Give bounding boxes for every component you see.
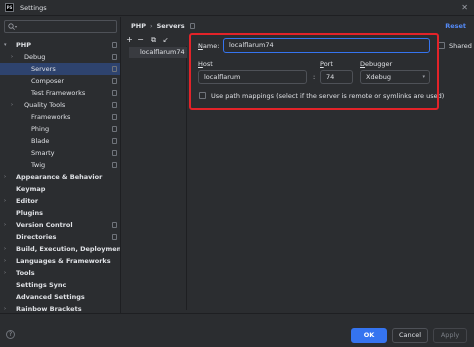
- remove-server-button[interactable]: −: [136, 35, 145, 45]
- chevron-right-icon[interactable]: ›: [4, 243, 6, 255]
- sidebar-item-label: Rainbow Brackets: [16, 305, 82, 313]
- sidebar-item-label: Editor: [16, 197, 39, 205]
- chevron-right-icon[interactable]: ›: [4, 267, 6, 279]
- apply-button[interactable]: Apply: [433, 328, 467, 343]
- project-level-icon: [112, 222, 117, 228]
- sidebar-item[interactable]: Advanced Settings: [0, 291, 120, 303]
- breadcrumb-separator: ›: [149, 22, 153, 30]
- project-level-icon: [112, 42, 117, 48]
- sidebar-item-label: PHP: [16, 41, 31, 49]
- sidebar-item[interactable]: Settings Sync: [0, 279, 120, 291]
- title-bar: PS Settings ✕: [0, 0, 474, 16]
- sidebar-item[interactable]: › Build, Execution, Deployment: [0, 243, 121, 255]
- project-level-icon: [112, 102, 117, 108]
- chevron-down-icon[interactable]: ▾: [4, 39, 7, 51]
- project-level-icon: [112, 162, 117, 168]
- edit-server-button[interactable]: ↙: [161, 35, 170, 45]
- chevron-right-icon[interactable]: ›: [4, 219, 6, 231]
- project-level-icon: [112, 54, 117, 60]
- project-level-icon: [112, 126, 117, 132]
- sidebar-item-label: Settings Sync: [16, 281, 67, 289]
- sidebar-item[interactable]: › Appearance & Behavior: [0, 171, 120, 183]
- sidebar-item-label: Servers: [31, 65, 56, 73]
- sidebar-item[interactable]: Smarty: [0, 147, 120, 159]
- sidebar-item-label: Composer: [31, 77, 65, 85]
- sidebar-item[interactable]: › Editor: [0, 195, 120, 207]
- shared-checkbox[interactable]: [438, 42, 445, 49]
- add-server-button[interactable]: +: [125, 35, 134, 45]
- chevron-right-icon[interactable]: ›: [11, 99, 13, 111]
- settings-sidebar: ▾ ▾ PHP › Debug Servers Composer Test Framewor…: [0, 17, 121, 313]
- sidebar-item[interactable]: › Tools: [0, 267, 120, 279]
- sidebar-item[interactable]: Blade: [0, 135, 120, 147]
- search-icon: [8, 23, 15, 30]
- sidebar-item[interactable]: Test Frameworks: [0, 87, 120, 99]
- settings-tree: ▾ PHP › Debug Servers Composer Test Frameworks…: [0, 39, 121, 313]
- chevron-right-icon[interactable]: ›: [4, 255, 6, 267]
- search-options-chevron-icon[interactable]: ▾: [15, 24, 17, 29]
- chevron-right-icon[interactable]: ›: [11, 51, 13, 63]
- sidebar-item-label: Quality Tools: [24, 101, 66, 109]
- project-level-icon: [112, 66, 117, 72]
- sidebar-item[interactable]: Composer: [0, 75, 120, 87]
- ok-button[interactable]: OK: [351, 328, 387, 343]
- chevron-right-icon[interactable]: ›: [4, 303, 6, 313]
- sidebar-item[interactable]: › Languages & Frameworks: [0, 255, 120, 267]
- sidebar-item-label: Version Control: [16, 221, 73, 229]
- sidebar-item-label: Build, Execution, Deployment: [16, 245, 121, 253]
- sidebar-item-label: Frameworks: [31, 113, 71, 121]
- close-window-button[interactable]: ✕: [461, 3, 468, 12]
- sidebar-item-label: Test Frameworks: [31, 89, 86, 97]
- settings-search-input[interactable]: ▾: [4, 20, 117, 33]
- sidebar-item-label: Debug: [24, 53, 46, 61]
- cancel-button[interactable]: Cancel: [392, 328, 428, 343]
- project-level-icon: [112, 90, 117, 96]
- window-title: Settings: [20, 4, 47, 12]
- sidebar-item-label: Plugins: [16, 209, 43, 217]
- server-list: localflarum74: [129, 46, 187, 310]
- breadcrumb-servers: Servers: [156, 22, 185, 30]
- sidebar-item-label: Blade: [31, 137, 50, 145]
- project-level-icon: [112, 114, 117, 120]
- shared-label: Shared: [449, 42, 472, 50]
- sidebar-item-label: Advanced Settings: [16, 293, 85, 301]
- annotation-highlight-box: [189, 33, 439, 110]
- breadcrumb-php[interactable]: PHP: [131, 22, 146, 30]
- copy-server-button[interactable]: ⧉: [149, 35, 158, 45]
- sidebar-item[interactable]: ▾ PHP: [0, 39, 120, 51]
- sidebar-item[interactable]: › Debug: [0, 51, 120, 63]
- sidebar-item-label: Directories: [16, 233, 57, 241]
- project-level-icon: [112, 78, 117, 84]
- sidebar-item-label: Smarty: [31, 149, 55, 157]
- sidebar-item-label: Twig: [31, 161, 46, 169]
- help-icon[interactable]: ?: [6, 330, 15, 339]
- sidebar-item[interactable]: Plugins: [0, 207, 120, 219]
- breadcrumb: PHP › Servers: [131, 22, 195, 30]
- server-list-item[interactable]: localflarum74: [129, 47, 187, 58]
- project-level-icon: [112, 234, 117, 240]
- sidebar-item[interactable]: › Version Control: [0, 219, 120, 231]
- sidebar-item-label: Keymap: [16, 185, 46, 193]
- sidebar-item[interactable]: › Rainbow Brackets: [0, 303, 120, 313]
- sidebar-item[interactable]: Frameworks: [0, 111, 120, 123]
- sidebar-item[interactable]: Keymap: [0, 183, 120, 195]
- sidebar-item-label: Tools: [16, 269, 35, 277]
- sidebar-item-label: Phing: [31, 125, 50, 133]
- project-level-icon: [112, 138, 117, 144]
- sidebar-item[interactable]: › Quality Tools: [0, 99, 120, 111]
- sidebar-item-label: Appearance & Behavior: [16, 173, 103, 181]
- sidebar-item-label: Languages & Frameworks: [16, 257, 111, 265]
- sidebar-item[interactable]: Twig: [0, 159, 120, 171]
- chevron-right-icon[interactable]: ›: [4, 171, 6, 183]
- reset-link[interactable]: Reset: [445, 22, 466, 30]
- sidebar-item[interactable]: Phing: [0, 123, 120, 135]
- app-icon: PS: [5, 3, 14, 12]
- chevron-right-icon[interactable]: ›: [4, 195, 6, 207]
- sidebar-item[interactable]: Servers: [0, 63, 120, 75]
- project-level-icon: [189, 23, 195, 29]
- sidebar-item[interactable]: Directories: [0, 231, 120, 243]
- dialog-footer: ? OK Cancel Apply: [0, 313, 474, 347]
- project-level-icon: [112, 150, 117, 156]
